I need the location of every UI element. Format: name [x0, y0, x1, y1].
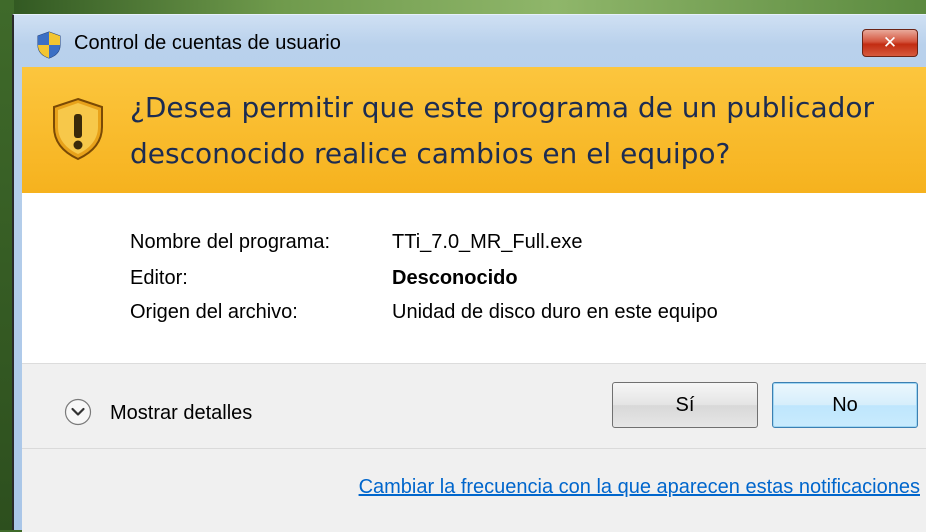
banner-line-2: desconocido realice cambios en el equipo…: [130, 137, 731, 170]
notification-settings-link[interactable]: Cambiar la frecuencia con la que aparece…: [359, 476, 920, 499]
show-details-label[interactable]: Mostrar detalles: [110, 402, 252, 425]
no-button[interactable]: No: [772, 382, 918, 428]
dialog-footer: Mostrar detalles Sí No Cambiar la frecue…: [22, 363, 926, 532]
file-origin-value: Unidad de disco duro en este equipo: [392, 301, 718, 323]
uac-dialog: Control de cuentas de usuario ✕ ¿Desea p…: [12, 14, 926, 532]
chevron-down-circle-icon[interactable]: [64, 398, 92, 426]
publisher-label: Editor:: [130, 267, 188, 289]
show-details-toggle[interactable]: Mostrar detalles: [64, 396, 364, 430]
window-title: Control de cuentas de usuario: [74, 32, 341, 54]
warning-shield-icon: [53, 97, 103, 161]
warning-banner: ¿Desea permitir que este programa de un …: [22, 67, 926, 193]
yes-button[interactable]: Sí: [612, 382, 758, 428]
close-button[interactable]: ✕: [862, 29, 918, 57]
program-name-value: TTi_7.0_MR_Full.exe: [392, 231, 583, 253]
desktop-background: [0, 0, 926, 14]
title-bar[interactable]: Control de cuentas de usuario ✕: [14, 15, 926, 69]
uac-shield-icon: [37, 31, 61, 59]
footer-divider: [22, 448, 926, 449]
banner-question: ¿Desea permitir que este programa de un …: [130, 85, 910, 177]
banner-line-1: ¿Desea permitir que este programa de un …: [130, 91, 875, 124]
program-name-label: Nombre del programa:: [130, 231, 331, 253]
publisher-value: Desconocido: [392, 267, 518, 289]
program-info-panel: Nombre del programa: TTi_7.0_MR_Full.exe…: [22, 193, 926, 363]
file-origin-label: Origen del archivo:: [130, 301, 298, 323]
